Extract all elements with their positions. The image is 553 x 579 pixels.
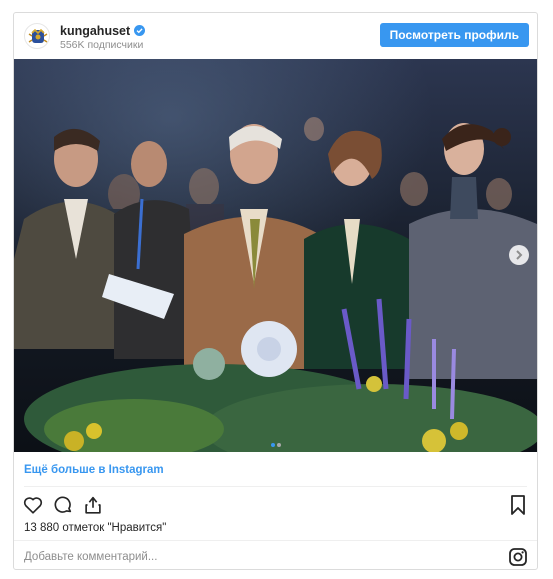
post-header: kungahuset 556K подписчики Посмотреть пр… (14, 13, 537, 59)
like-count[interactable]: 13 880 отметок "Нравится" (24, 522, 166, 534)
carousel-dot (277, 443, 281, 447)
carousel-next-button[interactable] (509, 245, 529, 265)
view-profile-button[interactable]: Посмотреть профиль (379, 23, 529, 47)
account-avatar[interactable] (24, 23, 50, 49)
divider (24, 486, 527, 487)
share-icon[interactable] (82, 494, 104, 516)
post-photo[interactable] (14, 59, 537, 452)
carousel-indicator (270, 434, 282, 452)
username-text[interactable]: kungahuset (60, 24, 130, 38)
comment-bubble-icon[interactable] (52, 494, 74, 516)
follower-count: 556K подписчики (60, 39, 144, 51)
photo-image (14, 59, 537, 452)
instagram-logo-icon[interactable] (508, 547, 528, 567)
carousel-dot-active (271, 443, 275, 447)
heart-icon[interactable] (22, 494, 44, 516)
instagram-embed-card: kungahuset 556K подписчики Посмотреть пр… (13, 12, 538, 570)
add-comment-input[interactable]: Добавьте комментарий... (24, 551, 157, 563)
bookmark-icon[interactable] (508, 494, 528, 516)
verified-badge-icon (134, 25, 146, 36)
divider (14, 540, 537, 541)
account-username[interactable]: kungahuset (60, 24, 146, 38)
royal-crest-icon (28, 28, 48, 43)
more-on-instagram-link[interactable]: Ещё больше в Instagram (24, 464, 164, 476)
chevron-right-icon (516, 250, 523, 260)
